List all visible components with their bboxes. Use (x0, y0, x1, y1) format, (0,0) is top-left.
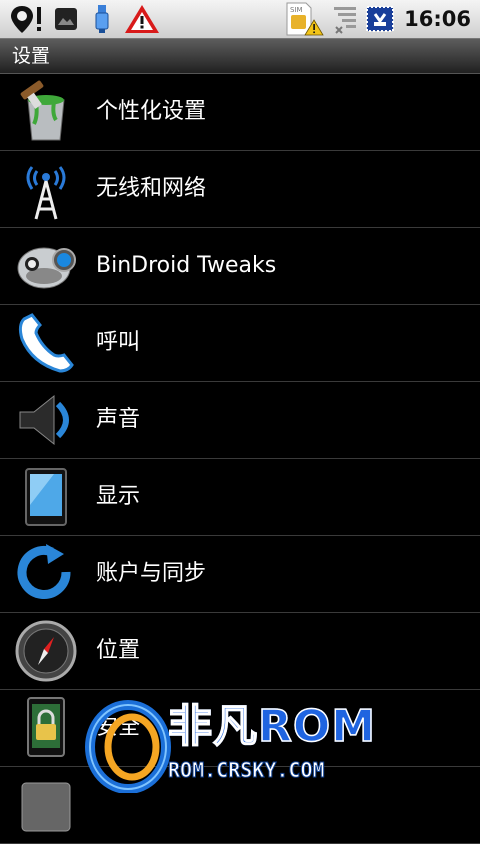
usb-icon (90, 3, 114, 35)
bindroid-icon (14, 234, 78, 298)
watermark-brand: 非凡ROM (167, 700, 377, 753)
signal-icon (330, 3, 360, 35)
settings-item-label: 无线和网络 (96, 176, 207, 201)
watermark-logo-icon (85, 700, 171, 793)
settings-item-label: 个性化设置 (96, 99, 207, 124)
settings-item-display[interactable]: 显示 (0, 459, 480, 536)
sync-icon (14, 542, 78, 606)
photo-icon (52, 3, 80, 35)
clock: 16:06 (404, 7, 471, 31)
compass-icon (14, 619, 78, 683)
settings-item-label: 位置 (96, 638, 141, 663)
settings-item-personalize[interactable]: 个性化设置 (0, 74, 480, 151)
page-title: 设置 (12, 45, 51, 67)
settings-item-location[interactable]: 位置 (0, 613, 480, 690)
settings-item-accounts-sync[interactable]: 账户与同步 (0, 536, 480, 613)
settings-item-label: 显示 (96, 484, 141, 509)
title-bar: 设置 (0, 39, 480, 74)
debug-icon (364, 3, 396, 35)
watermark-url: ROM.CRSKY.COM (168, 758, 326, 783)
app-icon (14, 773, 78, 837)
phone-icon (14, 311, 78, 375)
status-bar[interactable]: SIM 16:06 (0, 0, 480, 39)
wireless-tower-icon (14, 157, 78, 221)
settings-item-bindroid[interactable]: BinDroid Tweaks (0, 228, 480, 305)
paint-bucket-icon (14, 80, 78, 144)
display-icon (14, 465, 78, 529)
svg-text:SIM: SIM (290, 6, 303, 14)
settings-item-sound[interactable]: 声音 (0, 382, 480, 459)
settings-item-call[interactable]: 呼叫 (0, 305, 480, 382)
speaker-icon (14, 388, 78, 452)
settings-item-wireless[interactable]: 无线和网络 (0, 151, 480, 228)
location-pin-icon (8, 3, 48, 35)
lock-icon (14, 696, 78, 760)
settings-item-label: BinDroid Tweaks (96, 253, 277, 278)
watermark: 非凡ROM ROM.CRSKY.COM (80, 697, 410, 793)
warning-icon (122, 3, 162, 35)
sim-warning-icon: SIM (284, 2, 324, 36)
settings-item-label: 账户与同步 (96, 561, 207, 586)
settings-item-label: 呼叫 (96, 330, 141, 355)
settings-item-label: 声音 (96, 407, 141, 432)
